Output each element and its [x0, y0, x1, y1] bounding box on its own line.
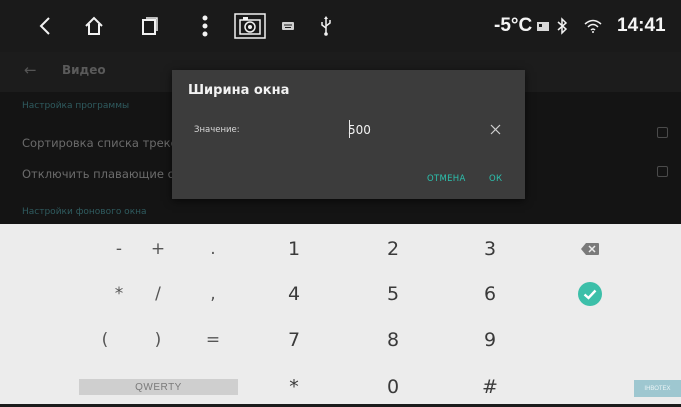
- key-hash[interactable]: #: [455, 367, 525, 407]
- cancel-button[interactable]: ОТМЕНА: [427, 174, 466, 184]
- arrow-back-icon[interactable]: ←: [24, 52, 37, 88]
- sort-tracks-option[interactable]: Сортировка списка треков: [22, 136, 184, 150]
- value-label: Значение:: [194, 125, 240, 135]
- status-bar: -5°C 14:41: [0, 0, 681, 52]
- page-title: Видео: [62, 63, 106, 77]
- value-input[interactable]: [348, 120, 478, 140]
- section-header-background: Настройки фонового окна: [22, 207, 147, 217]
- clock: 14:41: [617, 15, 666, 36]
- text-cursor: [349, 120, 350, 138]
- disable-floating-option[interactable]: Отключить плавающие окна: [22, 167, 196, 181]
- dialog-title: Ширина окна: [188, 83, 290, 98]
- camera-icon[interactable]: [232, 0, 268, 52]
- sort-tracks-checkbox[interactable]: [657, 127, 668, 138]
- numeric-keypad: - + . 1 2 3 * / , 4 5 6 ( ) = 7 8 9 QWER…: [0, 224, 681, 404]
- key-4[interactable]: 4: [259, 274, 329, 314]
- back-icon[interactable]: [30, 0, 60, 52]
- key-3[interactable]: 3: [455, 229, 525, 269]
- temperature-display: -5°C: [494, 15, 533, 36]
- sim-icon: [536, 0, 550, 52]
- key-comma[interactable]: ,: [178, 274, 248, 314]
- keyboard-icon: [280, 0, 296, 52]
- key-5[interactable]: 5: [358, 274, 428, 314]
- key-1[interactable]: 1: [259, 229, 329, 269]
- home-icon[interactable]: [79, 0, 109, 52]
- watermark: ІНВОТЕХ: [634, 380, 681, 397]
- key-7[interactable]: 7: [259, 320, 329, 360]
- backspace-icon[interactable]: [555, 229, 625, 269]
- ok-button[interactable]: ОК: [489, 174, 502, 184]
- recents-icon[interactable]: [135, 0, 165, 52]
- window-width-dialog: Ширина окна Значение: ОТМЕНА ОК: [172, 70, 525, 199]
- key-2[interactable]: 2: [358, 229, 428, 269]
- qwerty-switch-button[interactable]: QWERTY: [79, 379, 238, 395]
- clear-icon[interactable]: [486, 120, 504, 138]
- disable-floating-checkbox[interactable]: [657, 166, 668, 177]
- key-0[interactable]: 0: [358, 367, 428, 407]
- key-9[interactable]: 9: [455, 320, 525, 360]
- key-dot[interactable]: .: [178, 229, 248, 269]
- section-header-program: Настройка программы: [22, 101, 130, 111]
- key-8[interactable]: 8: [358, 320, 428, 360]
- key-star[interactable]: *: [259, 367, 329, 407]
- key-equals[interactable]: =: [178, 320, 248, 360]
- usb-icon: [316, 0, 336, 52]
- key-6[interactable]: 6: [455, 274, 525, 314]
- bluetooth-icon: [553, 0, 571, 52]
- check-done-icon[interactable]: [555, 274, 625, 314]
- wifi-icon: [582, 0, 604, 52]
- menu-icon[interactable]: [195, 0, 215, 52]
